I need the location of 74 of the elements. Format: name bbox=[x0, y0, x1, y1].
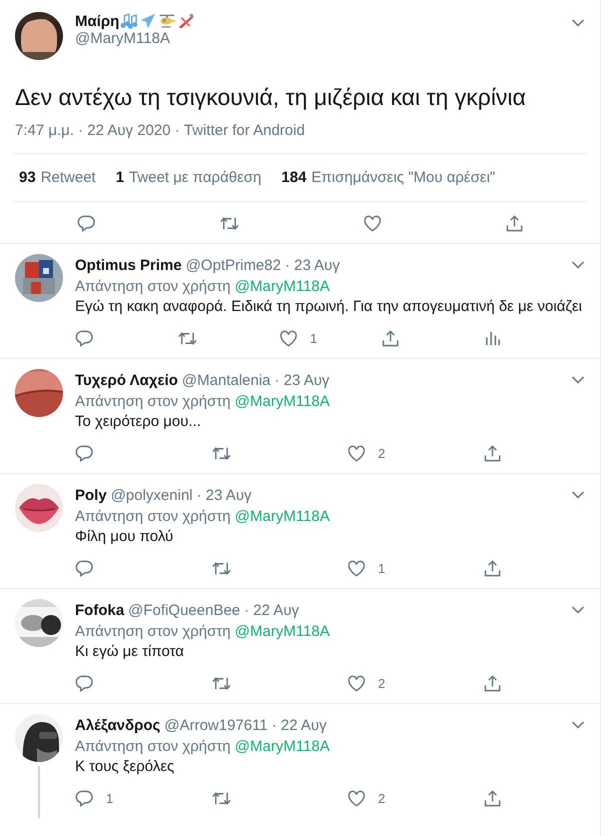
share-icon[interactable] bbox=[483, 444, 502, 463]
caret-icon[interactable] bbox=[571, 605, 585, 615]
heart-icon[interactable] bbox=[347, 674, 366, 693]
heart-icon[interactable] bbox=[347, 559, 366, 578]
stat-label[interactable]: Tweet με παράθεση bbox=[129, 169, 262, 186]
reply-author-handle[interactable]: @OptPrime82 bbox=[186, 256, 281, 275]
reply-text: Κ τους ξερόλες bbox=[75, 757, 176, 777]
mention-link[interactable]: @MaryM118A bbox=[234, 738, 330, 755]
caret-icon[interactable] bbox=[571, 720, 585, 730]
action-count: 2 bbox=[378, 446, 386, 461]
author-handle[interactable]: @MaryM118A bbox=[75, 30, 559, 47]
reply-author-name[interactable]: Poly bbox=[75, 486, 107, 505]
reply-author-name[interactable]: Αλέξανδρος bbox=[75, 716, 160, 735]
reply-icon[interactable] bbox=[76, 214, 96, 233]
reply-author-handle[interactable]: @Arrow197611 bbox=[164, 716, 268, 735]
heart-icon[interactable] bbox=[362, 214, 382, 233]
heart-icon[interactable] bbox=[347, 789, 366, 808]
stat-count[interactable]: 93 bbox=[19, 169, 36, 186]
stat-label[interactable]: Retweet bbox=[40, 169, 96, 186]
replying-to-text: Απάντηση στον χρήστη @MaryM118A bbox=[75, 622, 331, 642]
mention-link[interactable]: @MaryM118A bbox=[234, 278, 330, 295]
caret-icon[interactable] bbox=[571, 375, 585, 385]
mention-link[interactable]: @MaryM118A bbox=[234, 623, 330, 640]
reply-author-name[interactable]: Τυχερό Λαχείο bbox=[75, 371, 178, 390]
replying-to-text: Απάντηση στον χρήστη @MaryM118A bbox=[75, 277, 331, 297]
stat-count[interactable]: 1 bbox=[116, 169, 124, 186]
share-icon[interactable] bbox=[483, 674, 502, 693]
mention-link[interactable]: @MaryM118A bbox=[234, 508, 330, 525]
reply-text: Το χειρότερο μου... bbox=[75, 412, 202, 432]
airplane-icon bbox=[139, 12, 158, 30]
tweet-timestamp: 7:47 μ.μ. · 22 Αυγ 2020 · Twitter for Android bbox=[15, 122, 306, 139]
action-count: 1 bbox=[106, 791, 114, 806]
share-icon[interactable] bbox=[483, 559, 502, 578]
tweet-text: Δεν αντέχω τη τσιγκουνιά, τη μιζέρια και τη γκρίνια bbox=[15, 83, 527, 112]
caret-icon[interactable] bbox=[571, 490, 585, 500]
stat-label[interactable]: Επισημάνσεις "Μου αρέσει" bbox=[311, 169, 496, 186]
reply-date[interactable]: · 22 Αυγ bbox=[272, 716, 327, 735]
reply-text: Κι εγώ με τίποτα bbox=[75, 642, 185, 662]
music-notes-icon bbox=[120, 12, 138, 30]
reply-icon[interactable] bbox=[75, 789, 94, 808]
replying-to-text: Απάντηση στον χρήστη @MaryM118A bbox=[75, 507, 331, 527]
reply-author-name[interactable]: Fofoka bbox=[75, 601, 124, 620]
share-icon[interactable] bbox=[483, 789, 502, 808]
action-count: 2 bbox=[378, 676, 386, 691]
reply-date[interactable]: · 22 Αυγ bbox=[244, 601, 300, 620]
reply-icon[interactable] bbox=[75, 559, 94, 578]
reply-date[interactable]: · 23 Αυγ bbox=[274, 371, 330, 390]
reply-icon[interactable] bbox=[75, 329, 94, 348]
replying-to-text: Απάντηση στον χρήστη @MaryM118A bbox=[75, 737, 331, 757]
reply-icon[interactable] bbox=[75, 674, 94, 693]
share-icon[interactable] bbox=[504, 214, 524, 233]
replying-to-text: Απάντηση στον χρήστη @MaryM118A bbox=[75, 392, 331, 412]
analytics-icon[interactable] bbox=[483, 329, 502, 348]
reply-author-name[interactable]: Optimus Prime bbox=[75, 256, 182, 275]
reply-text: Φίλη μου πολύ bbox=[75, 527, 174, 547]
heart-icon[interactable] bbox=[347, 444, 366, 463]
reply-icon[interactable] bbox=[75, 444, 94, 463]
reply-author-handle[interactable]: @polyxeninl bbox=[110, 486, 193, 505]
caret-icon[interactable] bbox=[571, 260, 585, 270]
helicopter-icon bbox=[158, 12, 176, 30]
caret-icon[interactable] bbox=[571, 18, 585, 28]
action-count: 1 bbox=[310, 331, 318, 346]
action-count: 1 bbox=[378, 561, 386, 576]
heart-icon[interactable] bbox=[279, 329, 298, 348]
reply-author-handle[interactable]: @FofiQueenBee bbox=[128, 601, 240, 620]
stat-count[interactable]: 184 bbox=[281, 169, 306, 186]
reply-date[interactable]: · 23 Αυγ bbox=[196, 486, 252, 505]
reply-author-handle[interactable]: @Mantalenia bbox=[182, 371, 271, 390]
action-count: 2 bbox=[378, 791, 386, 806]
share-icon[interactable] bbox=[381, 329, 400, 348]
reply-date[interactable]: · 23 Αυγ bbox=[284, 256, 340, 275]
mention-link[interactable]: @MaryM118A bbox=[234, 393, 330, 410]
reply-text: Εγώ τη κακη αναφορά. Ειδικά τη πρωινή. Για την απογευματινή δε με νοιάζει bbox=[75, 297, 584, 317]
author-name[interactable]: Μαίρη bbox=[75, 12, 120, 30]
